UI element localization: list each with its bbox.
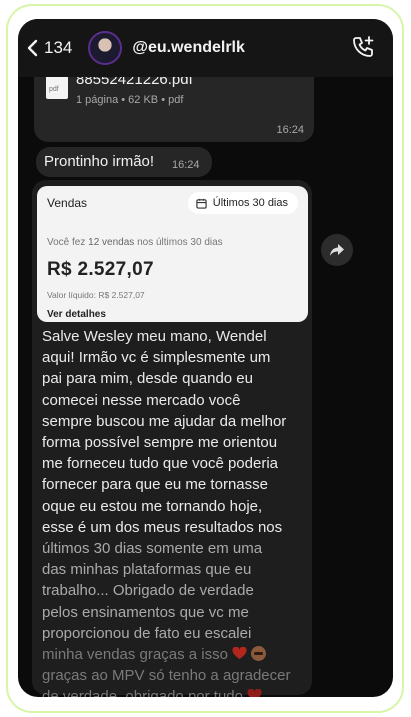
period-label: Últimos 30 dias [212, 197, 288, 209]
caption-line: aqui! Irmão vc é simplesmente um [42, 349, 271, 367]
caption-line: minha vendas graças a isso [42, 644, 308, 665]
caption-line: sempre buscou me ajudar da melhor [42, 412, 287, 430]
caption-text: Salve Wesley meu mano, Wendel aqui! Irmã… [42, 326, 308, 697]
calendar-icon [196, 198, 207, 209]
period-selector: Últimos 30 dias [187, 192, 298, 214]
avatar[interactable] [88, 31, 123, 65]
share-icon [330, 244, 344, 256]
summary-prefix: Você fez [47, 237, 86, 248]
short-message[interactable]: Prontinho irmão! 16:24 [36, 147, 212, 177]
message-time: 16:24 [172, 159, 200, 171]
caption-line: oque eu estou me tornando hoje, [42, 497, 263, 515]
caption-line-text: de verdade, obrigado por tudo [42, 688, 243, 697]
caption-line: graças ao MPV só tenho a agradecer [42, 667, 291, 685]
share-button[interactable] [321, 234, 353, 266]
sales-amount: R$ 2.527,07 [47, 259, 154, 280]
add-call-icon [353, 36, 374, 57]
sales-screenshot-card: Vendas Últimos 30 dias Você fez 12 venda… [37, 186, 308, 322]
image-message[interactable]: Vendas Últimos 30 dias Você fez 12 venda… [32, 180, 312, 697]
caption-line-text: minha vendas graças a isso [42, 646, 228, 664]
see-details-link: Ver detalhes [47, 309, 106, 320]
chat-header: 134 @eu.wendelrlk [18, 19, 393, 77]
add-call-button[interactable] [351, 35, 375, 64]
message-time: 16:24 [276, 124, 304, 136]
caption-line: últimos 30 dias somente em uma [42, 540, 263, 558]
caption-line: Salve Wesley meu mano, Wendel [42, 328, 267, 345]
back-button[interactable]: 134 [26, 38, 72, 58]
chat-username[interactable]: @eu.wendelrlk [132, 39, 245, 57]
caption-line: comecei nesse mercado você [42, 391, 241, 409]
heart-emoji-icon [232, 647, 247, 660]
file-icon-label: pdf [49, 86, 59, 93]
caption-line: me forneceu tudo que você poderia [42, 455, 278, 473]
caption-line: esse é um dos meus resultados nos [42, 518, 283, 536]
caption-line: fornecer para que eu me tornasse [42, 476, 268, 494]
summary-suffix: nos últimos 30 dias [137, 237, 223, 248]
caption-line: das minhas plataformas que eu [42, 561, 252, 579]
file-meta: 1 página • 62 KB • pdf [76, 94, 184, 106]
card-title: Vendas [47, 196, 88, 210]
chevron-left-icon [27, 39, 38, 57]
caption-line: pai para mim, desde quando eu [42, 370, 253, 388]
chat-screen: 134 @eu.wendelrlk pdf 88552421226.pdf 1 … [18, 19, 393, 697]
caption-line: trabalho... Obrigado de verdade [42, 582, 254, 600]
caption-line: forma possível sempre me orientou [42, 434, 278, 452]
message-text: Prontinho irmão! [44, 153, 155, 170]
caption-line: proporcionou de fato eu escalei [42, 624, 252, 642]
caption-line: pelos ensinamentos que vc me [42, 603, 249, 621]
caption-line: de verdade, obrigado por tudo [42, 686, 308, 697]
summary-count: 12 vendas [88, 237, 135, 248]
heart-emoji-icon [247, 689, 262, 697]
back-count: 134 [44, 38, 73, 57]
net-value: Valor líquido: R$ 2.527,07 [47, 290, 145, 300]
sales-summary: Você fez 12 vendas nos últimos 30 dias [47, 237, 223, 248]
crying-face-emoji-icon [251, 646, 267, 662]
